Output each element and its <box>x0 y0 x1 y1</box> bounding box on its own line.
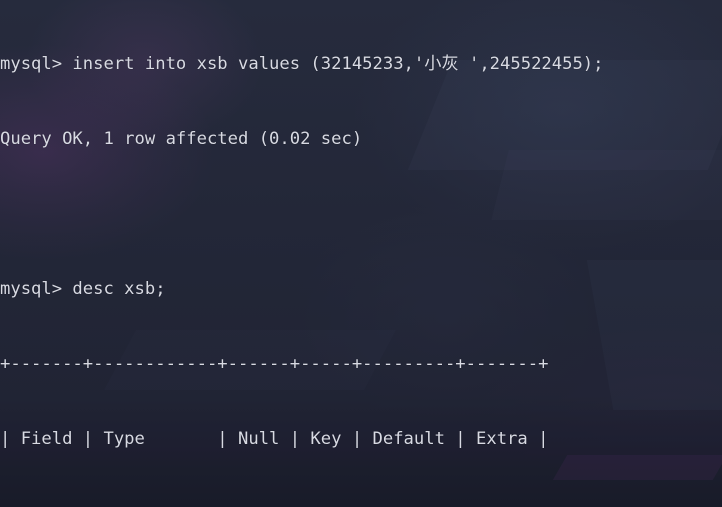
terminal-output[interactable]: mysql> insert into xsb values (32145233,… <box>0 0 722 507</box>
terminal-line: | Field | Type | Null | Key | Default | … <box>0 429 549 449</box>
terminal-line: +-------+------------+------+-----+-----… <box>0 354 549 374</box>
terminal-line: +-------+------------+------+-----+-----… <box>0 502 722 507</box>
terminal-line: mysql> desc xsb; <box>0 279 166 299</box>
terminal-window[interactable]: mysql> insert into xsb values (32145233,… <box>0 0 722 507</box>
terminal-line: Query OK, 1 row affected (0.02 sec) <box>0 129 363 149</box>
terminal-line: mysql> insert into xsb values (32145233,… <box>0 54 604 74</box>
